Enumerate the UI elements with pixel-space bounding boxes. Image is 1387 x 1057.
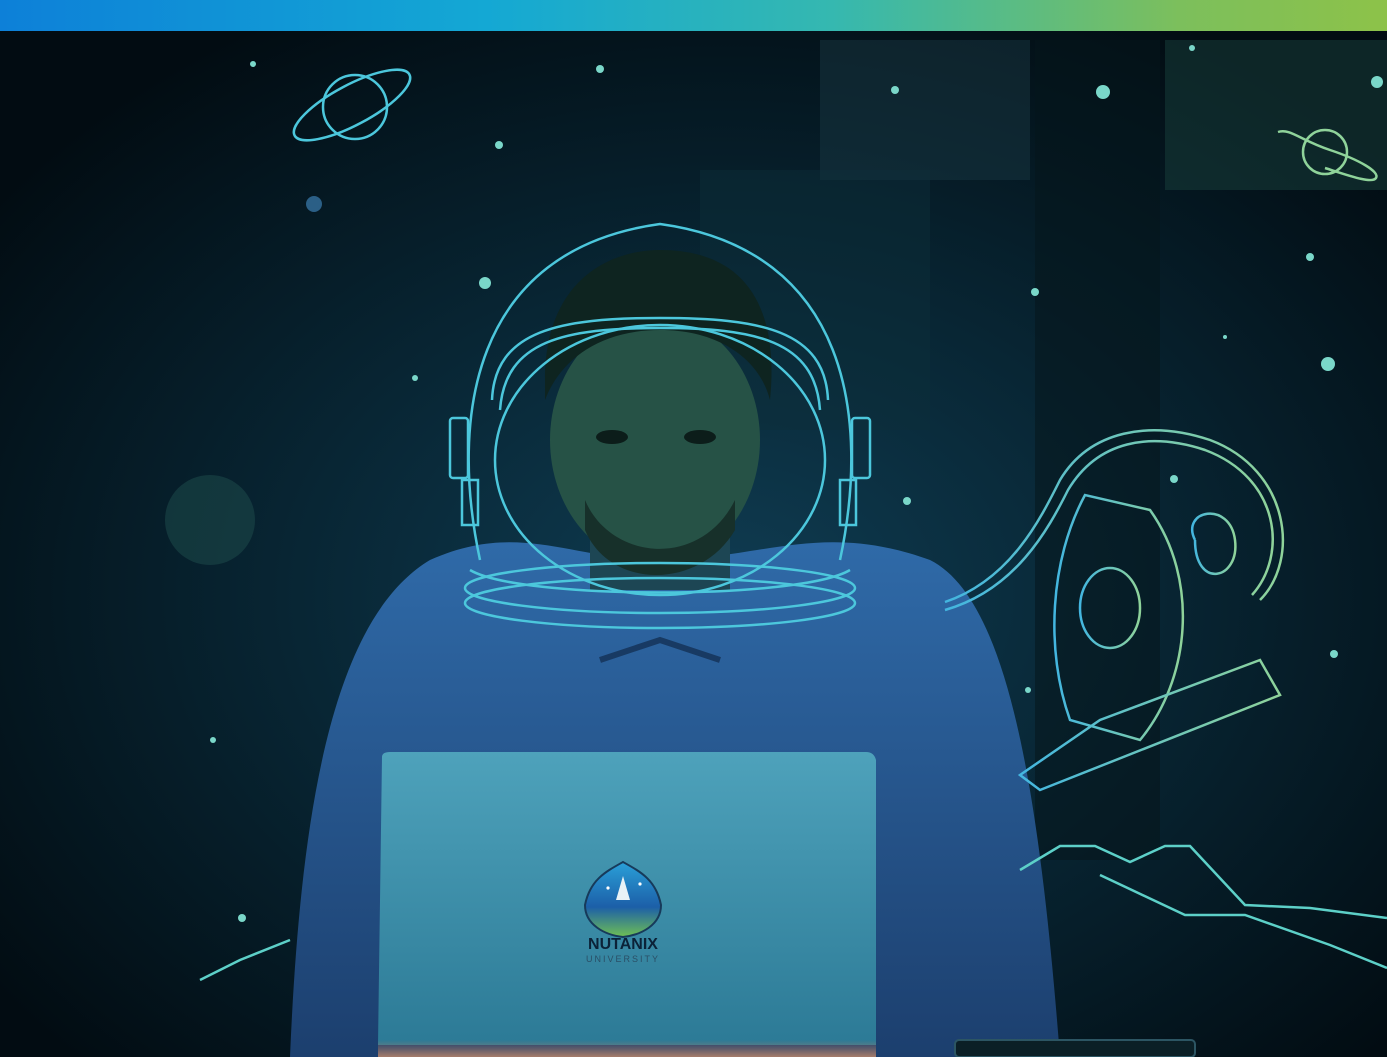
tablet-device xyxy=(954,1039,1196,1057)
gradient-top-bar xyxy=(0,0,1387,31)
logo-brand-text: NUTANIX xyxy=(588,936,658,953)
hero-photo: NUTANIX UNIVERSITY xyxy=(0,31,1387,1057)
window-pane xyxy=(820,40,1030,180)
hero-image: NUTANIX UNIVERSITY xyxy=(0,0,1387,1057)
window-pane xyxy=(1165,40,1387,190)
logo-sub-text: UNIVERSITY xyxy=(586,954,660,964)
